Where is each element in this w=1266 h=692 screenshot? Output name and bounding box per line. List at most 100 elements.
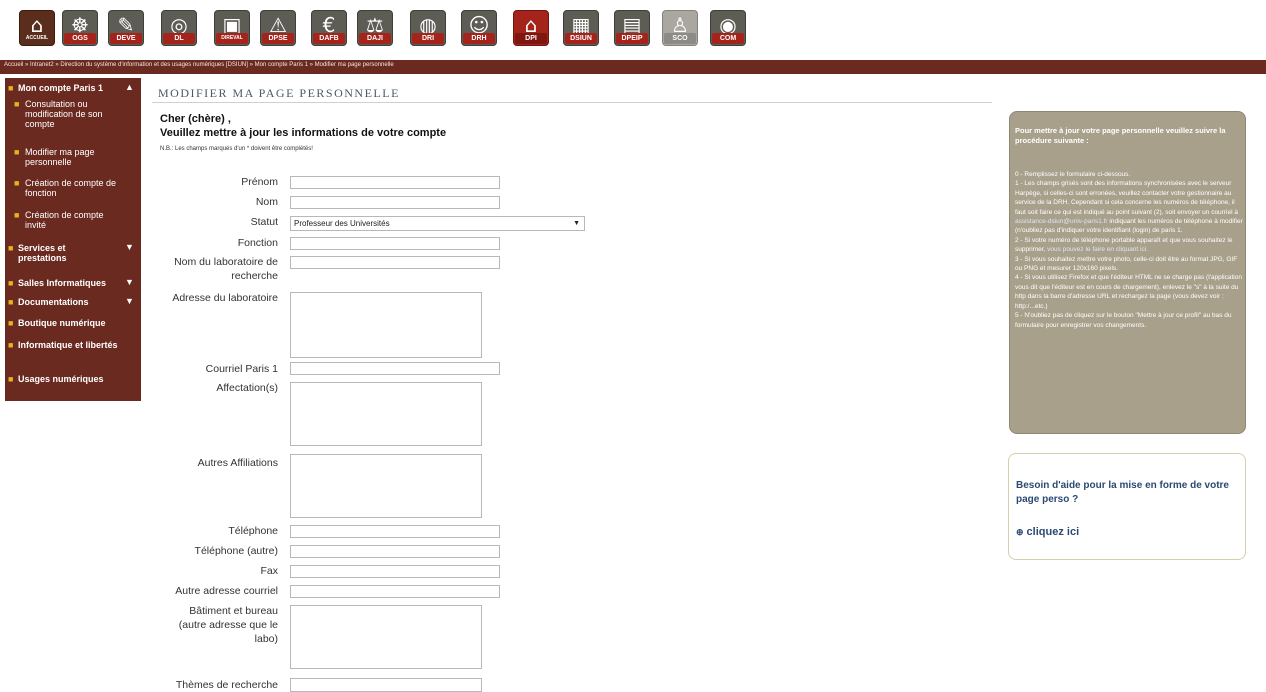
labo-nom-label: Nom du laboratoire de recherche bbox=[174, 256, 278, 282]
nom-label: Nom bbox=[255, 196, 278, 208]
remove-phone-link[interactable]: vous pouvez le faire en cliquant ici. bbox=[1047, 246, 1148, 253]
daji-tag: DAJI bbox=[359, 33, 391, 44]
fax-input[interactable] bbox=[290, 565, 500, 578]
instruction-step-0: 0 - Remplissez le formulaire ci-dessous. bbox=[1015, 171, 1131, 178]
autre-courriel-label: Autre adresse courriel bbox=[175, 585, 278, 597]
breadcrumb-bar: Accueil » Intranet2 » Direction du systè… bbox=[0, 60, 1266, 74]
labo-adresse-textarea[interactable] bbox=[290, 292, 482, 358]
courriel-input[interactable] bbox=[290, 362, 500, 375]
telephone-autre-label: Téléphone (autre) bbox=[194, 545, 278, 557]
instruction-step-1-text: 1 - Les champs grisés sont des informati… bbox=[1015, 180, 1238, 216]
required-note: N.B.: Les champs marqués d'un * doivent … bbox=[160, 146, 313, 152]
sidebar-subitem-label: Modifier ma page personnelle bbox=[25, 147, 95, 167]
fonction-input[interactable] bbox=[290, 237, 500, 250]
affiliations-textarea[interactable] bbox=[290, 454, 482, 518]
telephone-input[interactable] bbox=[290, 525, 500, 538]
nom-input[interactable] bbox=[290, 196, 500, 209]
instructions-title: Pour mettre à jour votre page personnell… bbox=[1015, 126, 1226, 145]
chevron-down-icon: ▼ bbox=[573, 220, 580, 227]
dpeip-icon[interactable]: ▤ DPEIP bbox=[614, 10, 650, 46]
sidebar-item-label: Documentations bbox=[18, 297, 89, 307]
dafb-icon[interactable]: € DAFB bbox=[311, 10, 347, 46]
bullet-icon: ■ bbox=[14, 99, 20, 109]
direval-icon[interactable]: ▣ DIREVAL bbox=[214, 10, 250, 46]
bullet-icon: ■ bbox=[8, 243, 14, 253]
dpeip-tag: DPEIP bbox=[616, 33, 648, 44]
title-divider bbox=[152, 102, 992, 103]
chevron-down-icon[interactable]: ▼ bbox=[125, 277, 134, 287]
affectations-textarea[interactable] bbox=[290, 382, 482, 446]
chevron-up-icon[interactable]: ▲ bbox=[125, 82, 134, 92]
bullet-icon: ■ bbox=[8, 340, 14, 350]
bullet-icon: ■ bbox=[14, 147, 20, 157]
breadcrumb[interactable]: Accueil » Intranet2 » Direction du systè… bbox=[4, 62, 394, 68]
labo-adresse-label: Adresse du laboratoire bbox=[172, 292, 278, 304]
dpi-tag: DPI bbox=[515, 33, 547, 44]
affiliations-label: Autres Affiliations bbox=[197, 457, 278, 469]
prenom-input[interactable] bbox=[290, 176, 500, 189]
direval-tag: DIREVAL bbox=[216, 33, 248, 44]
instructions-panel: Pour mettre à jour votre page personnell… bbox=[1009, 111, 1246, 434]
statut-label: Statut bbox=[250, 216, 278, 228]
instructions-body: 0 - Remplissez le formulaire ci-dessous.… bbox=[1015, 170, 1243, 330]
greeting: Cher (chère) , bbox=[160, 113, 231, 125]
help-link[interactable]: ⊕ cliquez ici bbox=[1016, 526, 1079, 538]
dl-icon[interactable]: ◎ DL bbox=[161, 10, 197, 46]
dpi-icon[interactable]: ⌂ DPI bbox=[513, 10, 549, 46]
bullet-icon: ■ bbox=[8, 297, 14, 307]
bullet-icon: ■ bbox=[8, 374, 14, 384]
autre-courriel-input[interactable] bbox=[290, 585, 500, 598]
sidebar-item-label: Usages numériques bbox=[18, 374, 104, 384]
fax-label: Fax bbox=[260, 565, 278, 577]
drh-tag: DRH bbox=[463, 33, 495, 44]
instruction-step-4: 4 - Si vous utilisez Firefox et que l'éd… bbox=[1015, 274, 1242, 310]
instruction-step-5: 5 - N'oubliez pas de cliquez sur le bout… bbox=[1015, 312, 1232, 329]
sidebar-nav: ■ Mon compte Paris 1 ▲ ■ Consultation ou… bbox=[5, 78, 141, 401]
bullet-icon: ■ bbox=[14, 178, 20, 188]
sco-icon[interactable]: ♙ SCO bbox=[662, 10, 698, 46]
chevron-down-icon[interactable]: ▼ bbox=[125, 242, 134, 252]
batiment-textarea[interactable] bbox=[290, 605, 482, 669]
dpse-icon[interactable]: ⚠ DPSE bbox=[260, 10, 296, 46]
sidebar-item-label: Informatique et libertés bbox=[18, 340, 118, 350]
help-link-label: cliquez ici bbox=[1026, 526, 1080, 538]
ogs-icon[interactable]: ☸ OGS bbox=[62, 10, 98, 46]
dafb-tag: DAFB bbox=[313, 33, 345, 44]
labo-nom-input[interactable] bbox=[290, 256, 500, 269]
info-circle-icon: ⊕ bbox=[1016, 527, 1024, 537]
instruction-step-3: 3 - Si vous souhaitez mettre votre photo… bbox=[1015, 255, 1238, 273]
dsiun-icon[interactable]: ▦ DSIUN bbox=[563, 10, 599, 46]
help-panel: Besoin d'aide pour la mise en forme de v… bbox=[1008, 453, 1246, 560]
deve-icon[interactable]: ✎ DEVE bbox=[108, 10, 144, 46]
prenom-label: Prénom bbox=[241, 176, 278, 188]
sidebar-subitem-label: Consultation ou modification de son comp… bbox=[25, 99, 103, 129]
sidebar-item-label: Mon compte Paris 1 bbox=[18, 83, 104, 93]
dsiun-tag: DSIUN bbox=[565, 33, 597, 44]
batiment-label: Bâtiment et bureau (autre adresse que le… bbox=[178, 605, 278, 645]
chevron-down-icon[interactable]: ▼ bbox=[125, 296, 134, 306]
com-icon[interactable]: ◉ COM bbox=[710, 10, 746, 46]
sco-tag: SCO bbox=[664, 33, 696, 44]
bullet-icon: ■ bbox=[8, 318, 14, 328]
sidebar-subitem-label: Création de compte de fonction bbox=[25, 178, 117, 198]
statut-select[interactable]: Professeur des Universités ▼ bbox=[290, 216, 585, 231]
statut-value: Professeur des Universités bbox=[294, 219, 390, 228]
affectations-label: Affectation(s) bbox=[216, 382, 278, 394]
daji-icon[interactable]: ⚖ DAJI bbox=[357, 10, 393, 46]
dl-tag: DL bbox=[163, 33, 195, 44]
themes-textarea[interactable] bbox=[290, 678, 482, 692]
top-icon-bar: ⌂ ACCUEIL ☸ OGS ✎ DEVE ◎ DL ▣ DIREVAL ⚠ … bbox=[0, 0, 1266, 54]
telephone-autre-input[interactable] bbox=[290, 545, 500, 558]
drh-icon[interactable]: ☺ DRH bbox=[461, 10, 497, 46]
sidebar-subitem-label: Création de compte invité bbox=[25, 210, 104, 230]
home-icon[interactable]: ⌂ ACCUEIL bbox=[19, 10, 55, 46]
dri-icon[interactable]: ◍ DRI bbox=[410, 10, 446, 46]
support-email-link[interactable]: assistance-dsiun@univ-paris1.fr bbox=[1015, 218, 1108, 225]
ogs-tag: OGS bbox=[64, 33, 96, 44]
help-title: Besoin d'aide pour la mise en forme de v… bbox=[1016, 480, 1229, 505]
bullet-icon: ■ bbox=[8, 83, 14, 93]
telephone-label: Téléphone bbox=[228, 525, 278, 537]
form-subtitle: Veuillez mettre à jour les informations … bbox=[160, 127, 447, 139]
sidebar-item-label: Services et prestations bbox=[18, 243, 67, 263]
fonction-label: Fonction bbox=[237, 237, 278, 249]
